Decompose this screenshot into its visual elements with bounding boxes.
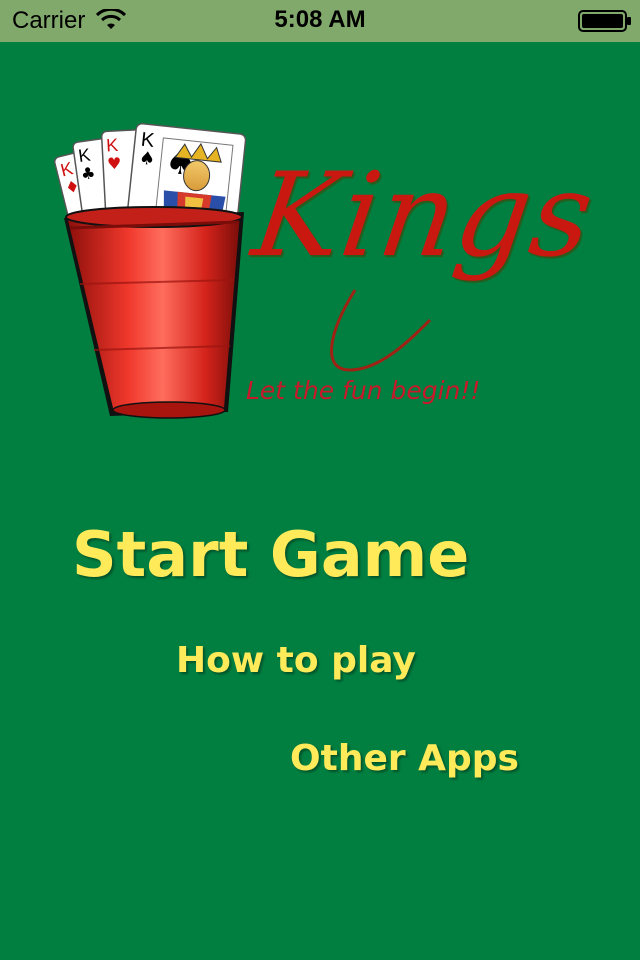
heart-suit-icon: ♥ (107, 154, 122, 174)
card-rank: K (106, 135, 119, 156)
app-title: Kings (245, 148, 602, 283)
how-to-play-button[interactable]: How to play (176, 640, 416, 681)
red-cup (64, 206, 244, 419)
spade-suit-icon: ♠ (138, 148, 156, 171)
club-suit-icon: ♣ (80, 163, 97, 184)
status-bar: Carrier 5:08 AM (0, 0, 640, 42)
start-game-button[interactable]: Start Game (72, 518, 469, 591)
app-tagline: Let the fun begin!! (246, 376, 481, 405)
battery-icon (578, 10, 631, 32)
clock-label: 5:08 AM (274, 6, 366, 33)
other-apps-button[interactable]: Other Apps (290, 738, 519, 779)
